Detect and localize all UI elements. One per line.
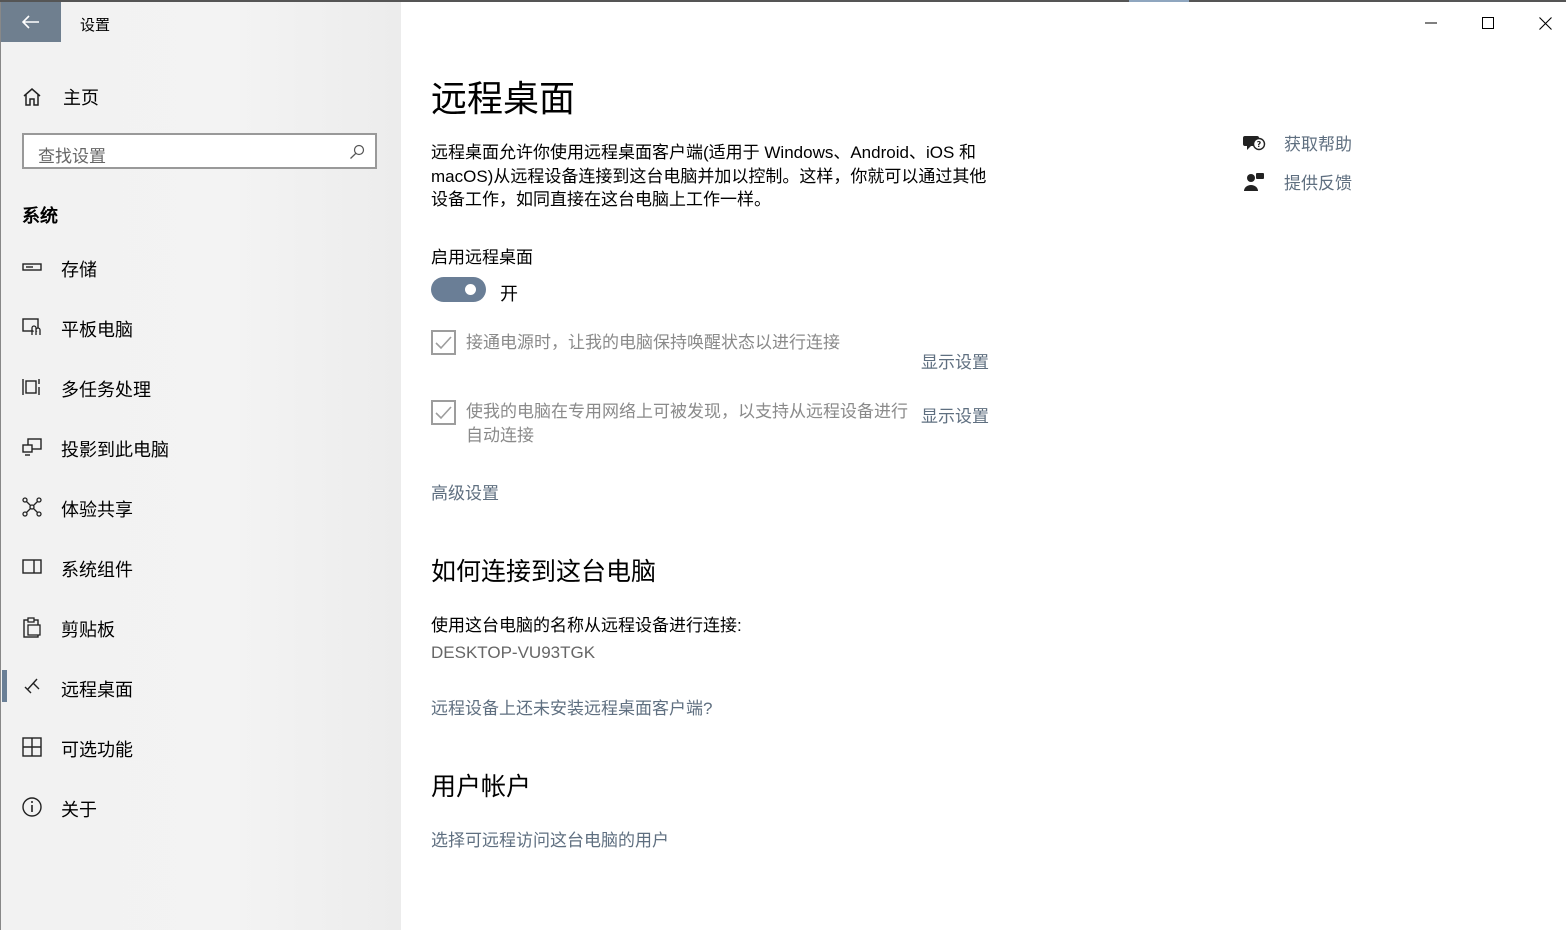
remote-desktop-toggle[interactable] (431, 277, 486, 302)
tablet-icon (21, 316, 43, 338)
minimize-icon (1425, 22, 1437, 24)
checkmark-icon (435, 405, 452, 419)
sidebar-item-about[interactable]: 关于 (1, 786, 401, 826)
clipboard-icon (21, 616, 43, 638)
sidebar-item-label: 剪贴板 (61, 620, 115, 640)
about-icon (21, 796, 43, 818)
connect-instructions: 使用这台电脑的名称从远程设备进行连接: (431, 616, 742, 635)
advanced-settings-link[interactable]: 高级设置 (431, 479, 499, 504)
multitasking-icon (21, 376, 43, 398)
minimize-button[interactable] (1416, 8, 1446, 38)
keep-awake-checkbox[interactable] (431, 330, 456, 355)
sidebar-item-label: 体验共享 (61, 500, 133, 520)
get-help-icon: ? (1243, 135, 1266, 150)
sidebar-item-multitasking[interactable]: 多任务处理 (1, 366, 401, 406)
page-description: 远程桌面允许你使用远程桌面客户端(适用于 Windows、Android、iOS… (431, 143, 987, 209)
client-not-installed-link[interactable]: 远程设备上还未安装远程桌面客户端? (431, 694, 712, 719)
get-help-label: 获取帮助 (1284, 135, 1352, 154)
enable-remote-desktop-label: 启用远程桌面 (431, 248, 533, 267)
discoverable-checkbox[interactable] (431, 400, 456, 425)
select-users-link[interactable]: 选择可远程访问这台电脑的用户 (431, 826, 669, 851)
sidebar-item-label: 存储 (61, 260, 97, 280)
window-top-accent (1129, 0, 1189, 2)
maximize-icon (1482, 17, 1494, 29)
toggle-knob (465, 284, 476, 295)
optional-features-icon (21, 736, 43, 758)
search-icon[interactable] (349, 144, 365, 160)
close-icon (1538, 16, 1552, 30)
shared-experiences-icon (21, 496, 43, 518)
system-components-icon (21, 556, 43, 578)
sidebar-item-system-components[interactable]: 系统组件 (1, 546, 401, 586)
sidebar-item-clipboard[interactable]: 剪贴板 (1, 606, 401, 646)
sidebar-item-label: 投影到此电脑 (61, 440, 169, 460)
back-arrow-icon (22, 15, 39, 29)
sidebar-item-label: 可选功能 (61, 740, 133, 760)
get-help-link[interactable]: ? 获取帮助 (1242, 130, 1352, 155)
keep-awake-label: 接通电源时，让我的电脑保持唤醒状态以进行连接 (466, 333, 840, 352)
give-feedback-link[interactable]: 提供反馈 (1242, 169, 1352, 194)
search-placeholder: 查找设置 (38, 147, 106, 166)
svg-text:?: ? (1257, 140, 1262, 149)
user-accounts-heading: 用户帐户 (431, 773, 532, 801)
page-title: 远程桌面 (431, 78, 576, 119)
sidebar-item-tablet[interactable]: 平板电脑 (1, 306, 401, 346)
sidebar-item-label: 关于 (61, 800, 97, 820)
sidebar-item-projecting[interactable]: 投影到此电脑 (1, 426, 401, 466)
close-button[interactable] (1530, 8, 1560, 38)
keep-awake-show-settings-link[interactable]: 显示设置 (921, 348, 989, 373)
sidebar-item-label: 平板电脑 (61, 320, 133, 340)
back-button[interactable] (1, 2, 61, 42)
sidebar-item-remote-desktop[interactable]: 远程桌面 (1, 666, 401, 706)
sidebar-item-shared-experiences[interactable]: 体验共享 (1, 486, 401, 526)
section-title: 系统 (22, 206, 58, 226)
discoverable-label: 使我的电脑在专用网络上可被发现，以支持从远程设备进行自动连接 (466, 402, 908, 445)
discoverable-show-settings-link[interactable]: 显示设置 (921, 402, 989, 427)
give-feedback-label: 提供反馈 (1284, 174, 1352, 193)
sidebar: 设置 主页 查找设置 系统 存储 平板电脑 多任务处理 投影到此电脑 体验共享 … (0, 2, 401, 930)
toggle-state-label: 开 (500, 284, 518, 304)
storage-icon (21, 256, 43, 278)
sidebar-item-optional-features[interactable]: 可选功能 (1, 726, 401, 766)
sidebar-item-storage[interactable]: 存储 (1, 246, 401, 286)
projecting-icon (21, 436, 43, 458)
maximize-button[interactable] (1473, 8, 1503, 38)
app-title: 设置 (80, 17, 111, 34)
sidebar-item-home[interactable]: 主页 (21, 84, 99, 110)
checkmark-icon (435, 335, 452, 349)
connect-heading: 如何连接到这台电脑 (431, 558, 657, 586)
sidebar-item-label: 远程桌面 (61, 680, 133, 700)
home-icon (23, 88, 41, 106)
pc-name: DESKTOP-VU93TGK (431, 643, 596, 662)
search-input[interactable]: 查找设置 (22, 133, 377, 169)
sidebar-item-label: 多任务处理 (61, 380, 151, 400)
feedback-icon (1244, 172, 1264, 191)
remote-desktop-icon (21, 676, 43, 698)
sidebar-item-label: 系统组件 (61, 560, 133, 580)
home-label: 主页 (63, 88, 99, 108)
